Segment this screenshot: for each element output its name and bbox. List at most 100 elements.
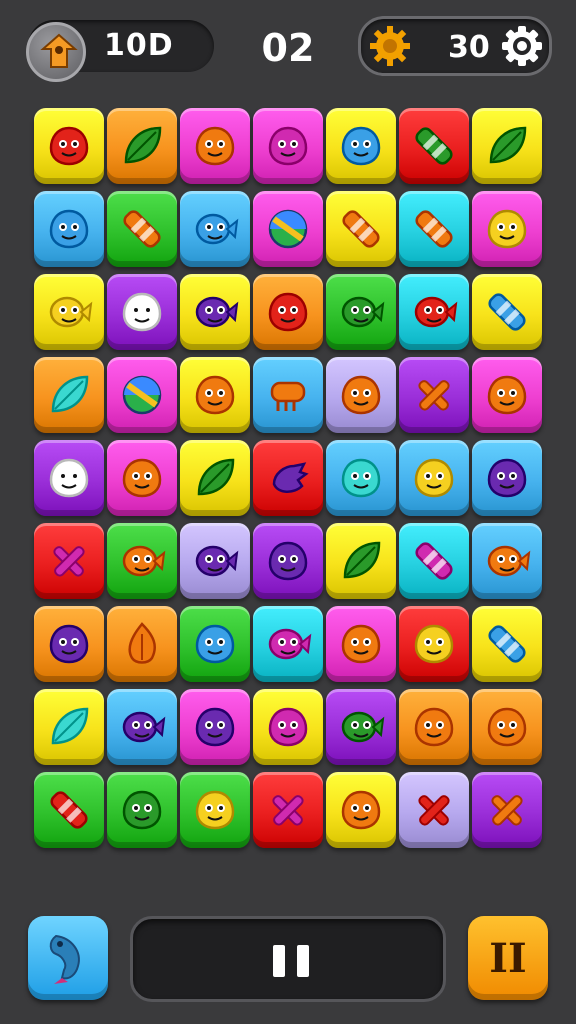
orange-face-icon	[414, 707, 454, 747]
tile-yellow[interactable]	[472, 606, 542, 682]
orange-candy-icon	[415, 210, 453, 248]
orange-face-icon	[341, 624, 381, 664]
tile-yellow[interactable]	[180, 440, 250, 516]
orange-face-icon	[487, 375, 527, 415]
red-blob-icon	[49, 126, 89, 166]
orange-fish-icon	[122, 545, 166, 577]
tile-magenta[interactable]	[180, 689, 250, 765]
tile-orange[interactable]	[107, 108, 177, 184]
menu-button[interactable]: II	[468, 916, 548, 1000]
red-blob-icon	[268, 292, 308, 332]
purple-blob-icon	[268, 541, 308, 581]
rainbow-ball-icon	[122, 375, 162, 415]
blue-fish-icon	[195, 213, 239, 245]
fish-hint-icon	[49, 934, 80, 984]
tile-yellow[interactable]	[326, 108, 396, 184]
orange-flame-icon	[128, 622, 156, 664]
tile-orange[interactable]	[253, 274, 323, 350]
tile-orange[interactable]	[472, 689, 542, 765]
purple-fish-icon	[122, 711, 166, 743]
tile-purple[interactable]	[34, 440, 104, 516]
pause-bar[interactable]	[130, 916, 446, 1002]
tile-lavender[interactable]	[326, 357, 396, 433]
tile-magenta[interactable]	[180, 108, 250, 184]
tile-green[interactable]	[326, 274, 396, 350]
tile-lavender[interactable]	[399, 772, 469, 848]
tile-cyan[interactable]	[399, 523, 469, 599]
tile-blue[interactable]	[34, 191, 104, 267]
cyan-blob-icon	[341, 458, 381, 498]
orange-carrot-icon	[123, 210, 161, 248]
tile-yellow[interactable]	[34, 689, 104, 765]
tile-green[interactable]	[34, 772, 104, 848]
tile-magenta[interactable]	[107, 357, 177, 433]
tile-purple[interactable]	[107, 274, 177, 350]
tile-magenta[interactable]	[326, 606, 396, 682]
tile-red[interactable]	[399, 606, 469, 682]
magenta-candy-icon	[415, 542, 453, 580]
tile-yellow[interactable]	[180, 357, 250, 433]
orange-face-icon	[341, 790, 381, 830]
tile-green[interactable]	[107, 772, 177, 848]
tile-lavender[interactable]	[180, 523, 250, 599]
yellow-face-icon	[414, 458, 454, 498]
tile-yellow[interactable]	[472, 108, 542, 184]
tile-red[interactable]	[253, 772, 323, 848]
blue-candy-icon	[488, 293, 526, 331]
pause-icon[interactable]	[271, 943, 311, 979]
orange-face-icon	[122, 458, 162, 498]
tile-cyan[interactable]	[399, 191, 469, 267]
tile-yellow[interactable]	[180, 274, 250, 350]
tile-orange[interactable]	[34, 357, 104, 433]
blue-candy-icon	[488, 625, 526, 663]
tile-blue[interactable]	[472, 523, 542, 599]
tile-magenta[interactable]	[107, 440, 177, 516]
tile-green[interactable]	[180, 772, 250, 848]
tile-cyan[interactable]	[253, 606, 323, 682]
orange-comb-icon	[270, 381, 306, 411]
yellow-face-icon	[487, 209, 527, 249]
tile-red[interactable]	[253, 440, 323, 516]
tile-blue[interactable]	[472, 440, 542, 516]
tile-red[interactable]	[399, 108, 469, 184]
tile-purple[interactable]	[399, 357, 469, 433]
tile-yellow[interactable]	[326, 523, 396, 599]
yellow-fish-icon	[49, 296, 93, 328]
orange-face-icon	[341, 375, 381, 415]
tile-yellow[interactable]	[253, 689, 323, 765]
tile-blue[interactable]	[180, 191, 250, 267]
tile-cyan[interactable]	[399, 274, 469, 350]
white-face-icon	[49, 458, 89, 498]
blue-blob-icon	[49, 209, 89, 249]
tile-blue[interactable]	[107, 689, 177, 765]
tile-magenta[interactable]	[472, 191, 542, 267]
tile-yellow[interactable]	[326, 191, 396, 267]
hint-button[interactable]	[28, 916, 108, 1000]
tile-magenta[interactable]	[253, 108, 323, 184]
tile-magenta[interactable]	[253, 191, 323, 267]
tile-red[interactable]	[34, 523, 104, 599]
tile-purple[interactable]	[253, 523, 323, 599]
tile-yellow[interactable]	[326, 772, 396, 848]
magenta-blob-icon	[268, 707, 308, 747]
tile-green[interactable]	[180, 606, 250, 682]
tile-purple[interactable]	[472, 772, 542, 848]
purple-fish-icon	[195, 545, 239, 577]
cyan-leaf-icon	[51, 375, 89, 413]
tile-orange[interactable]	[107, 606, 177, 682]
tile-orange[interactable]	[34, 606, 104, 682]
green-face-icon	[122, 790, 162, 830]
tile-yellow[interactable]	[34, 108, 104, 184]
tile-blue[interactable]	[399, 440, 469, 516]
tile-green[interactable]	[107, 191, 177, 267]
orange-cross-icon	[418, 380, 450, 411]
tile-yellow[interactable]	[472, 274, 542, 350]
tile-orange[interactable]	[399, 689, 469, 765]
tile-purple[interactable]	[326, 689, 396, 765]
tile-yellow[interactable]	[34, 274, 104, 350]
tile-magenta[interactable]	[472, 357, 542, 433]
tile-blue[interactable]	[253, 357, 323, 433]
tile-green[interactable]	[107, 523, 177, 599]
tile-blue[interactable]	[326, 440, 396, 516]
blue-blob-icon	[195, 624, 235, 664]
